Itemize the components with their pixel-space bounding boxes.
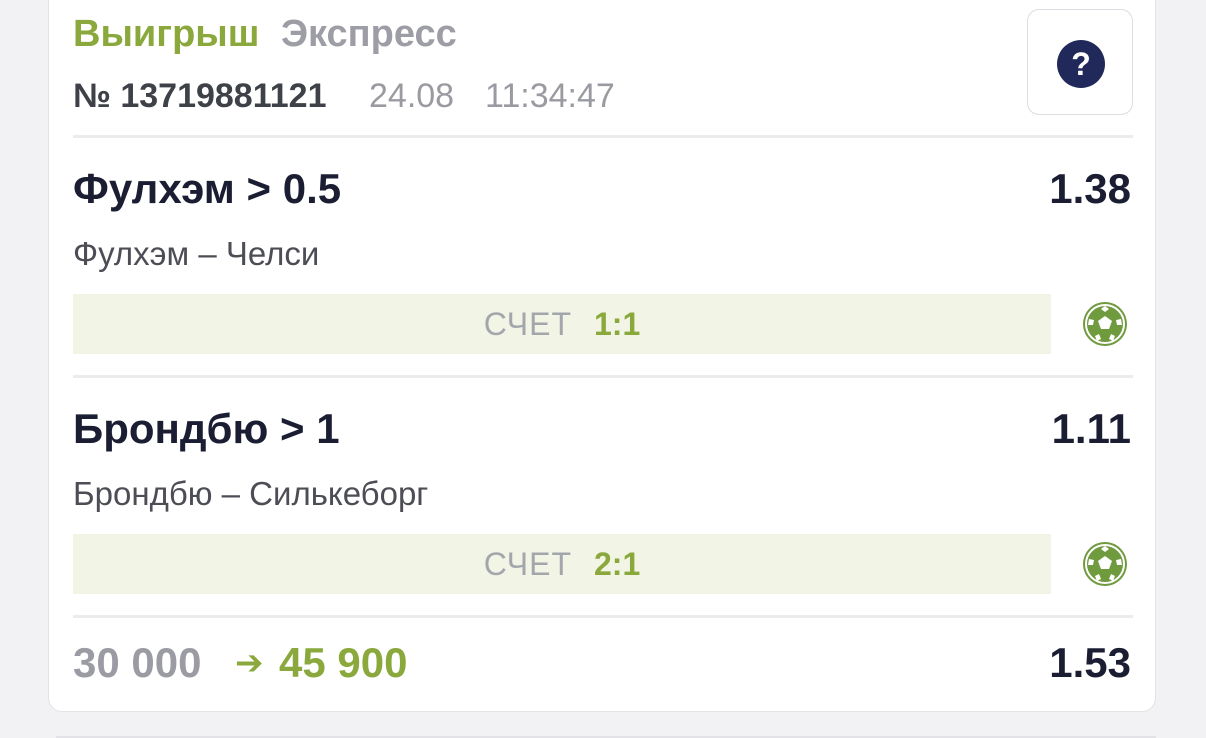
score-value: 2:1: [594, 545, 641, 582]
pick-selection: Брондбю > 1: [73, 405, 340, 452]
pick-odds: 1.11: [1051, 405, 1131, 452]
ticket-number: № 13719881121: [73, 77, 327, 115]
score-value: 1:1: [594, 305, 641, 342]
divider: [73, 375, 1133, 378]
score-box: СЧЕТ 2:1: [73, 534, 1051, 594]
bet-date: 24.08: [369, 77, 455, 115]
pick-odds: 1.38: [1049, 165, 1131, 212]
arrow-right-icon: ➔: [235, 644, 264, 682]
soccer-ball-icon: [1083, 542, 1127, 586]
bet-type: Экспресс: [281, 13, 457, 55]
bet-time: 11:34:47: [485, 77, 615, 115]
question-icon: ?: [1057, 40, 1105, 88]
pick-selection: Фулхэм > 0.5: [73, 165, 342, 212]
soccer-ball-icon: [1083, 302, 1127, 346]
score-label: СЧЕТ: [483, 305, 572, 342]
pick-match: Брондбю – Силькеборг: [73, 475, 429, 512]
help-button[interactable]: ?: [1027, 9, 1133, 115]
payout-amount: 45 900: [279, 639, 408, 686]
score-box: СЧЕТ 1:1: [73, 294, 1051, 354]
pick-match: Фулхэм – Челси: [73, 235, 320, 272]
divider: [73, 615, 1133, 618]
stake-amount: 30 000: [73, 639, 202, 686]
bet-status: Выигрыш: [73, 13, 260, 55]
score-label: СЧЕТ: [483, 545, 572, 582]
divider: [73, 135, 1133, 138]
bet-card: Выигрыш Экспресс № 13719881121 24.08 11:…: [48, 0, 1156, 712]
total-odds: 1.53: [1049, 639, 1131, 686]
